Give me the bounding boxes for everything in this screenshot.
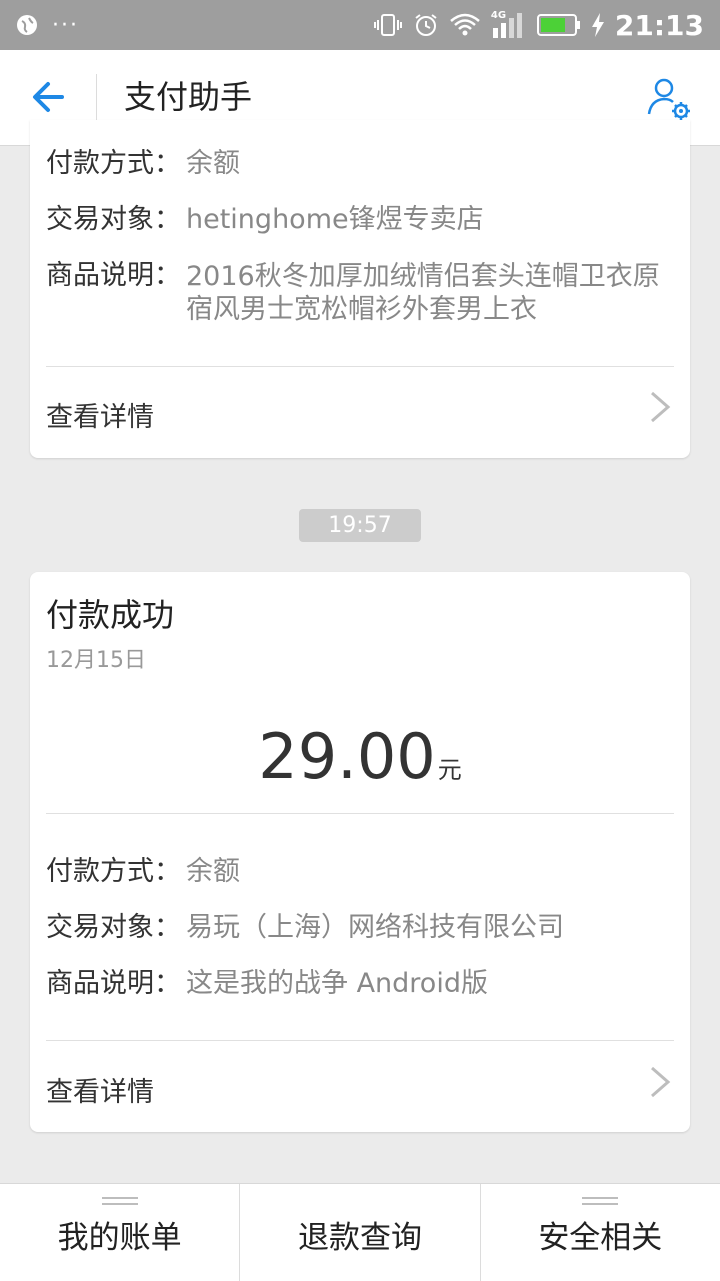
nav-label: 退款查询 — [297, 1220, 422, 1256]
card-divider — [46, 813, 674, 814]
counterparty-value: hetinghome锋煜专卖店 — [186, 204, 484, 235]
view-details-button[interactable]: 查看详情 — [46, 385, 674, 435]
payment-method-label: 付款方式： — [46, 856, 181, 887]
browser-globe-icon — [17, 15, 37, 35]
card-divider — [46, 1040, 674, 1041]
card-title: 付款成功 — [46, 596, 175, 634]
payment-method-value: 余额 — [186, 856, 240, 887]
amount-value: 29.00 — [258, 720, 436, 793]
menu-grip-icon — [101, 1197, 138, 1209]
view-details-label: 查看详情 — [46, 402, 154, 433]
counterparty-label: 交易对象： — [46, 912, 181, 943]
counterparty-value: 易玩（上海）网络科技有限公司 — [186, 912, 564, 943]
time-badge: 19:57 — [299, 509, 421, 542]
product-desc-label: 商品说明： — [46, 260, 181, 291]
nav-label: 我的账单 — [57, 1220, 182, 1256]
card-divider — [46, 366, 674, 367]
status-bar-left: ··· — [16, 0, 79, 50]
bottom-nav: 我的账单 退款查询 安全相关 — [0, 1183, 720, 1281]
payment-amount: 29.00元 — [30, 720, 690, 793]
wifi-icon — [450, 13, 480, 36]
payment-method-value: 余额 — [186, 148, 240, 179]
charging-bolt-icon — [591, 13, 604, 37]
notification-dots: ··· — [52, 12, 79, 38]
transaction-card: 付款成功 12月15日 29.00元 付款方式： 余额 交易对象： 易玩（上海）… — [30, 572, 690, 1132]
account-settings-button[interactable] — [644, 74, 694, 124]
product-desc-value: 这是我的战争 Android版 — [186, 968, 488, 999]
status-time: 21:13 — [614, 8, 704, 42]
chevron-right-icon — [651, 1066, 671, 1098]
user-settings-icon — [647, 78, 690, 120]
nav-label: 安全相关 — [538, 1220, 663, 1256]
amount-unit: 元 — [437, 756, 462, 784]
card-date: 12月15日 — [46, 648, 146, 673]
nav-refund-query[interactable]: 退款查询 — [239, 1184, 479, 1281]
product-desc-label: 商品说明： — [46, 968, 181, 999]
battery-icon — [536, 14, 580, 36]
counterparty-label: 交易对象： — [46, 204, 181, 235]
view-details-label: 查看详情 — [46, 1077, 154, 1108]
signal-bars-icon — [492, 13, 522, 38]
signal-indicator: 4G — [491, 10, 527, 40]
menu-grip-icon — [582, 1197, 619, 1209]
payment-method-label: 付款方式： — [46, 148, 181, 179]
chevron-right-icon — [651, 391, 671, 423]
alarm-icon — [415, 14, 437, 36]
view-details-button[interactable]: 查看详情 — [46, 1060, 674, 1110]
nav-my-bills[interactable]: 我的账单 — [0, 1184, 239, 1281]
back-button[interactable] — [26, 74, 72, 120]
nav-security[interactable]: 安全相关 — [479, 1184, 720, 1281]
status-bar-right: 4G 21:13 — [373, 0, 704, 50]
status-bar: ··· 4G 21:13 — [0, 0, 720, 50]
title-divider — [96, 74, 97, 121]
product-desc-value: 2016秋冬加厚加绒情侣套头连帽卫衣原宿风男士宽松帽衫外套男上衣 — [186, 261, 660, 325]
transaction-card-previous: 付款方式： 余额 交易对象： hetinghome锋煜专卖店 商品说明： 201… — [30, 120, 690, 458]
back-arrow-icon — [33, 82, 64, 112]
vibrate-icon — [373, 14, 402, 36]
